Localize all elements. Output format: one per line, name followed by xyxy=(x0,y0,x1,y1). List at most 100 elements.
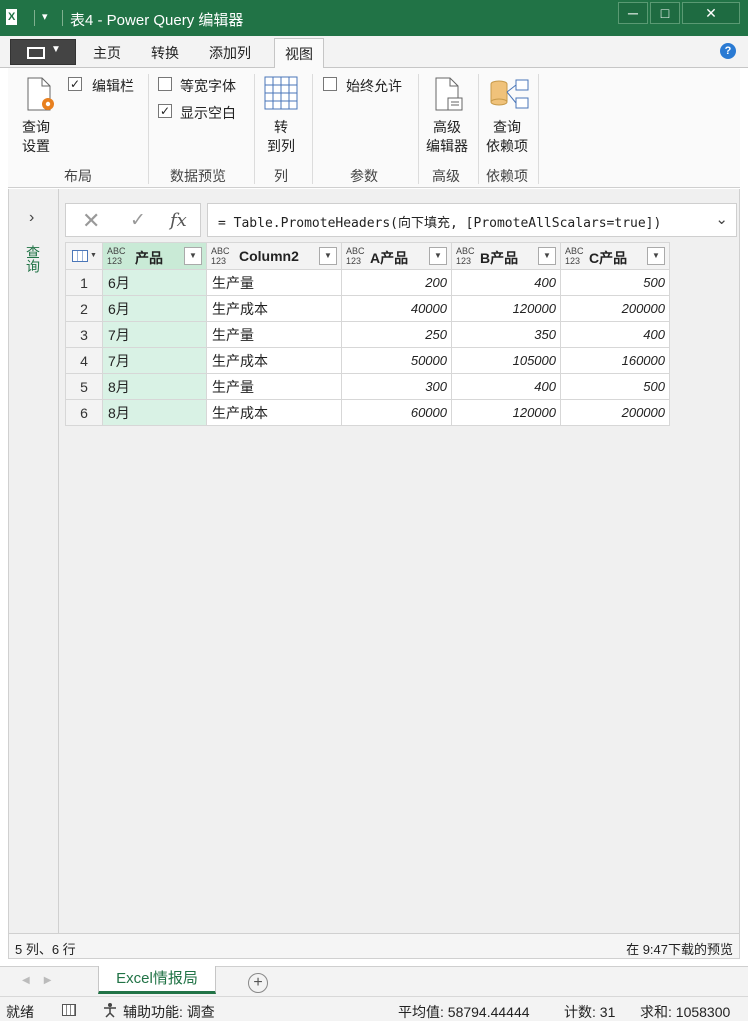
query-settings-label: 查询 xyxy=(22,119,50,135)
go-to-column-icon xyxy=(264,76,298,110)
type-any-icon[interactable]: ABC 123 xyxy=(565,246,584,266)
formula-bar-checkbox[interactable]: ✓ xyxy=(68,77,82,91)
accessibility-status[interactable]: 辅助功能: 调查 xyxy=(123,1002,215,1021)
maximize-button[interactable]: □ xyxy=(650,2,680,24)
table-cell[interactable]: 6月 xyxy=(102,295,207,322)
table-cell[interactable]: 400 xyxy=(451,373,561,400)
title-bar: X ▾ 表4 - Power Query 编辑器 ─ □ ✕ xyxy=(0,0,748,36)
add-sheet-icon[interactable]: + xyxy=(248,973,268,993)
sheet-tab[interactable]: Excel情报局 xyxy=(98,966,216,994)
close-button[interactable]: ✕ xyxy=(682,2,740,24)
table-cell[interactable]: 60000 xyxy=(341,399,452,426)
always-allow-label: 始终允许 xyxy=(346,78,402,94)
table-cell[interactable]: 7月 xyxy=(102,347,207,374)
table-cell[interactable]: 350 xyxy=(451,321,561,348)
macro-record-icon[interactable] xyxy=(62,1004,76,1016)
filter-dropdown-button[interactable]: ▼ xyxy=(538,247,556,265)
type-any-icon[interactable]: ABC 123 xyxy=(107,246,126,266)
column-header-b-product[interactable]: ABC 123 B产品 ▼ xyxy=(451,242,561,270)
preview-download-time: 在 9:47下载的预览 xyxy=(626,942,733,957)
table-cell[interactable]: 200000 xyxy=(560,295,670,322)
table-cell[interactable]: 500 xyxy=(560,373,670,400)
data-grid: ▼ ABC 123 产品 ▼ ABC 123 Column2 ▼ ABC 123… xyxy=(65,242,670,426)
cancel-icon[interactable]: ✕ xyxy=(82,208,100,234)
column-header-a-product[interactable]: ABC 123 A产品 ▼ xyxy=(341,242,452,270)
table-cell[interactable]: 300 xyxy=(341,373,452,400)
queries-pane-label[interactable]: 查询 xyxy=(23,245,43,273)
filter-dropdown-button[interactable]: ▼ xyxy=(184,247,202,265)
table-cell[interactable]: 250 xyxy=(341,321,452,348)
table-cell[interactable]: 400 xyxy=(451,269,561,296)
commit-icon[interactable]: ✓ xyxy=(130,209,146,232)
table-cell[interactable]: 生产成本 xyxy=(206,295,342,322)
always-allow-checkbox[interactable] xyxy=(323,77,337,91)
accessibility-icon[interactable] xyxy=(102,1002,118,1018)
row-number[interactable]: 4 xyxy=(65,347,103,374)
table-cell[interactable]: 6月 xyxy=(102,269,207,296)
go-to-column-label: 转 xyxy=(274,119,288,135)
formula-text: = Table.PromoteHeaders(向下填充, [PromoteAll… xyxy=(218,216,662,231)
row-number[interactable]: 5 xyxy=(65,373,103,400)
formula-actions: ✕ ✓ fx xyxy=(65,203,201,237)
advanced-editor-label: 编辑器 xyxy=(426,138,468,154)
tab-home[interactable]: 主页 xyxy=(93,43,121,63)
table-cell[interactable]: 生产成本 xyxy=(206,347,342,374)
row-number[interactable]: 2 xyxy=(65,295,103,322)
help-icon[interactable]: ? xyxy=(720,43,736,59)
group-label-dependencies: 依赖项 xyxy=(486,168,528,184)
fx-icon[interactable]: fx xyxy=(170,210,187,231)
formula-input[interactable]: = Table.PromoteHeaders(向下填充, [PromoteAll… xyxy=(207,203,737,237)
table-cell[interactable]: 200 xyxy=(341,269,452,296)
tab-add-column[interactable]: 添加列 xyxy=(209,43,251,63)
file-menu-button[interactable]: ▼ xyxy=(10,39,76,65)
table-cell[interactable]: 400 xyxy=(560,321,670,348)
table-cell[interactable]: 50000 xyxy=(341,347,452,374)
monospace-checkbox[interactable] xyxy=(158,77,172,91)
show-whitespace-label: 显示空白 xyxy=(180,105,236,121)
table-cell[interactable]: 8月 xyxy=(102,373,207,400)
group-label-advanced: 高级 xyxy=(432,168,460,184)
average-value: 平均值: 58794.44444 xyxy=(398,1004,530,1020)
type-any-icon[interactable]: ABC 123 xyxy=(456,246,475,266)
table-cell[interactable]: 120000 xyxy=(451,399,561,426)
table-cell[interactable]: 120000 xyxy=(451,295,561,322)
chevron-right-icon[interactable]: › xyxy=(29,209,34,227)
table-cell[interactable]: 500 xyxy=(560,269,670,296)
table-cell[interactable]: 生产量 xyxy=(206,269,342,296)
chevron-down-icon[interactable]: ⌄ xyxy=(715,210,728,228)
tab-view[interactable]: 视图 xyxy=(274,38,324,69)
table-cell[interactable]: 200000 xyxy=(560,399,670,426)
count-value: 计数: 31 xyxy=(564,1004,616,1020)
table-row: 5 8月 生产量 300 400 500 xyxy=(65,373,670,400)
query-settings-label: 设置 xyxy=(22,138,50,154)
sheet-scroll-arrows-icon[interactable]: ◀▶ xyxy=(22,975,65,986)
table-cell[interactable]: 7月 xyxy=(102,321,207,348)
table-cell[interactable]: 40000 xyxy=(341,295,452,322)
editor-status-bar: 5 列、6 行 在 9:47下载的预览 xyxy=(8,933,740,959)
table-cell[interactable]: 生产量 xyxy=(206,321,342,348)
row-number[interactable]: 6 xyxy=(65,399,103,426)
row-number[interactable]: 1 xyxy=(65,269,103,296)
row-number[interactable]: 3 xyxy=(65,321,103,348)
tab-transform[interactable]: 转换 xyxy=(151,43,179,63)
show-whitespace-checkbox[interactable]: ✓ xyxy=(158,104,172,118)
type-any-icon[interactable]: ABC 123 xyxy=(211,246,230,266)
filter-dropdown-button[interactable]: ▼ xyxy=(429,247,447,265)
minimize-button[interactable]: ─ xyxy=(618,2,648,24)
table-menu-button[interactable]: ▼ xyxy=(65,242,103,270)
column-header-c-product[interactable]: ABC 123 C产品 ▼ xyxy=(560,242,670,270)
type-any-icon[interactable]: ABC 123 xyxy=(346,246,365,266)
filter-dropdown-button[interactable]: ▼ xyxy=(319,247,337,265)
table-cell[interactable]: 160000 xyxy=(560,347,670,374)
table-cell[interactable]: 8月 xyxy=(102,399,207,426)
table-cell[interactable]: 105000 xyxy=(451,347,561,374)
table-cell[interactable]: 生产成本 xyxy=(206,399,342,426)
column-header-product[interactable]: ABC 123 产品 ▼ xyxy=(102,242,207,270)
sum-value: 求和: 1058300 xyxy=(640,1004,731,1020)
filter-dropdown-button[interactable]: ▼ xyxy=(647,247,665,265)
column-header-column2[interactable]: ABC 123 Column2 ▼ xyxy=(206,242,342,270)
quick-access-dropdown[interactable]: ▾ xyxy=(42,10,48,23)
group-label-columns: 列 xyxy=(274,168,288,184)
divider xyxy=(34,10,35,26)
table-cell[interactable]: 生产量 xyxy=(206,373,342,400)
